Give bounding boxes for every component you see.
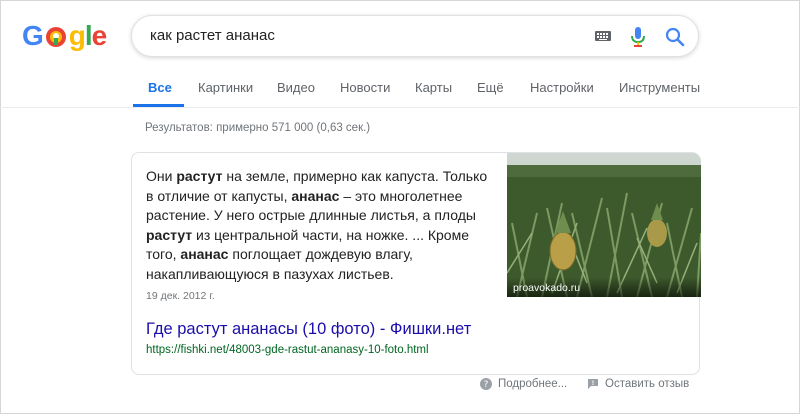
feedback-icon (588, 379, 598, 389)
result-title-link[interactable]: Где растут ананасы (10 фото) - Фишки.нет (146, 320, 471, 339)
keyboard-icon[interactable] (594, 28, 612, 44)
snippet-text: Они растут на земле, примерно как капуст… (146, 167, 491, 284)
google-logo[interactable]: G g l e (22, 20, 108, 52)
active-tab-indicator (133, 104, 184, 107)
logo-letter-l: l (84, 20, 93, 51)
snippet-highlight: растут (146, 226, 193, 243)
search-input[interactable]: как растет ананас (150, 27, 275, 44)
feedback-link[interactable]: Оставить отзыв (587, 378, 689, 390)
search-tabs: Все Картинки Видео Новости Карты Ещё Нас… (0, 70, 800, 108)
tab-video[interactable]: Видео (277, 80, 315, 95)
snippet-highlight: ананас (180, 246, 229, 262)
tab-news[interactable]: Новости (340, 80, 390, 95)
snippet-highlight: растут (176, 168, 223, 184)
logo-letter-e: e (91, 20, 108, 51)
tab-images[interactable]: Картинки (198, 80, 253, 95)
tab-maps[interactable]: Карты (415, 80, 452, 95)
tab-settings[interactable]: Настройки (530, 80, 594, 95)
more-info-label: Подробнее... (498, 378, 568, 390)
svg-text:?: ? (484, 380, 489, 390)
featured-snippet: Они растут на земле, примерно как капуст… (131, 152, 701, 375)
doodle-icon (44, 24, 68, 48)
help-icon: ? (480, 378, 492, 390)
tab-more[interactable]: Ещё (477, 80, 504, 95)
tab-all[interactable]: Все (148, 80, 172, 95)
more-info-link[interactable]: ? Подробнее... (480, 378, 567, 390)
snippet-image[interactable]: proavokado.ru (507, 153, 701, 297)
results-count: Результатов: примерно 571 000 (0,63 сек.… (145, 122, 371, 134)
search-box[interactable]: как растет ананас (131, 15, 699, 57)
search-icon[interactable] (664, 26, 686, 48)
logo-letter-g: G (22, 20, 44, 51)
feedback-label: Оставить отзыв (605, 378, 690, 390)
image-source: proavokado.ru (507, 277, 701, 297)
logo-letter-g2: g (68, 20, 86, 51)
mic-icon[interactable] (631, 26, 645, 48)
tab-tools[interactable]: Инструменты (619, 80, 700, 95)
result-url[interactable]: https://fishki.net/48003-gde-rastut-anan… (146, 344, 429, 356)
snippet-highlight: ананас (291, 187, 340, 204)
snippet-fragment: Они (146, 168, 177, 184)
snippet-date: 19 дек. 2012 г. (146, 290, 215, 302)
